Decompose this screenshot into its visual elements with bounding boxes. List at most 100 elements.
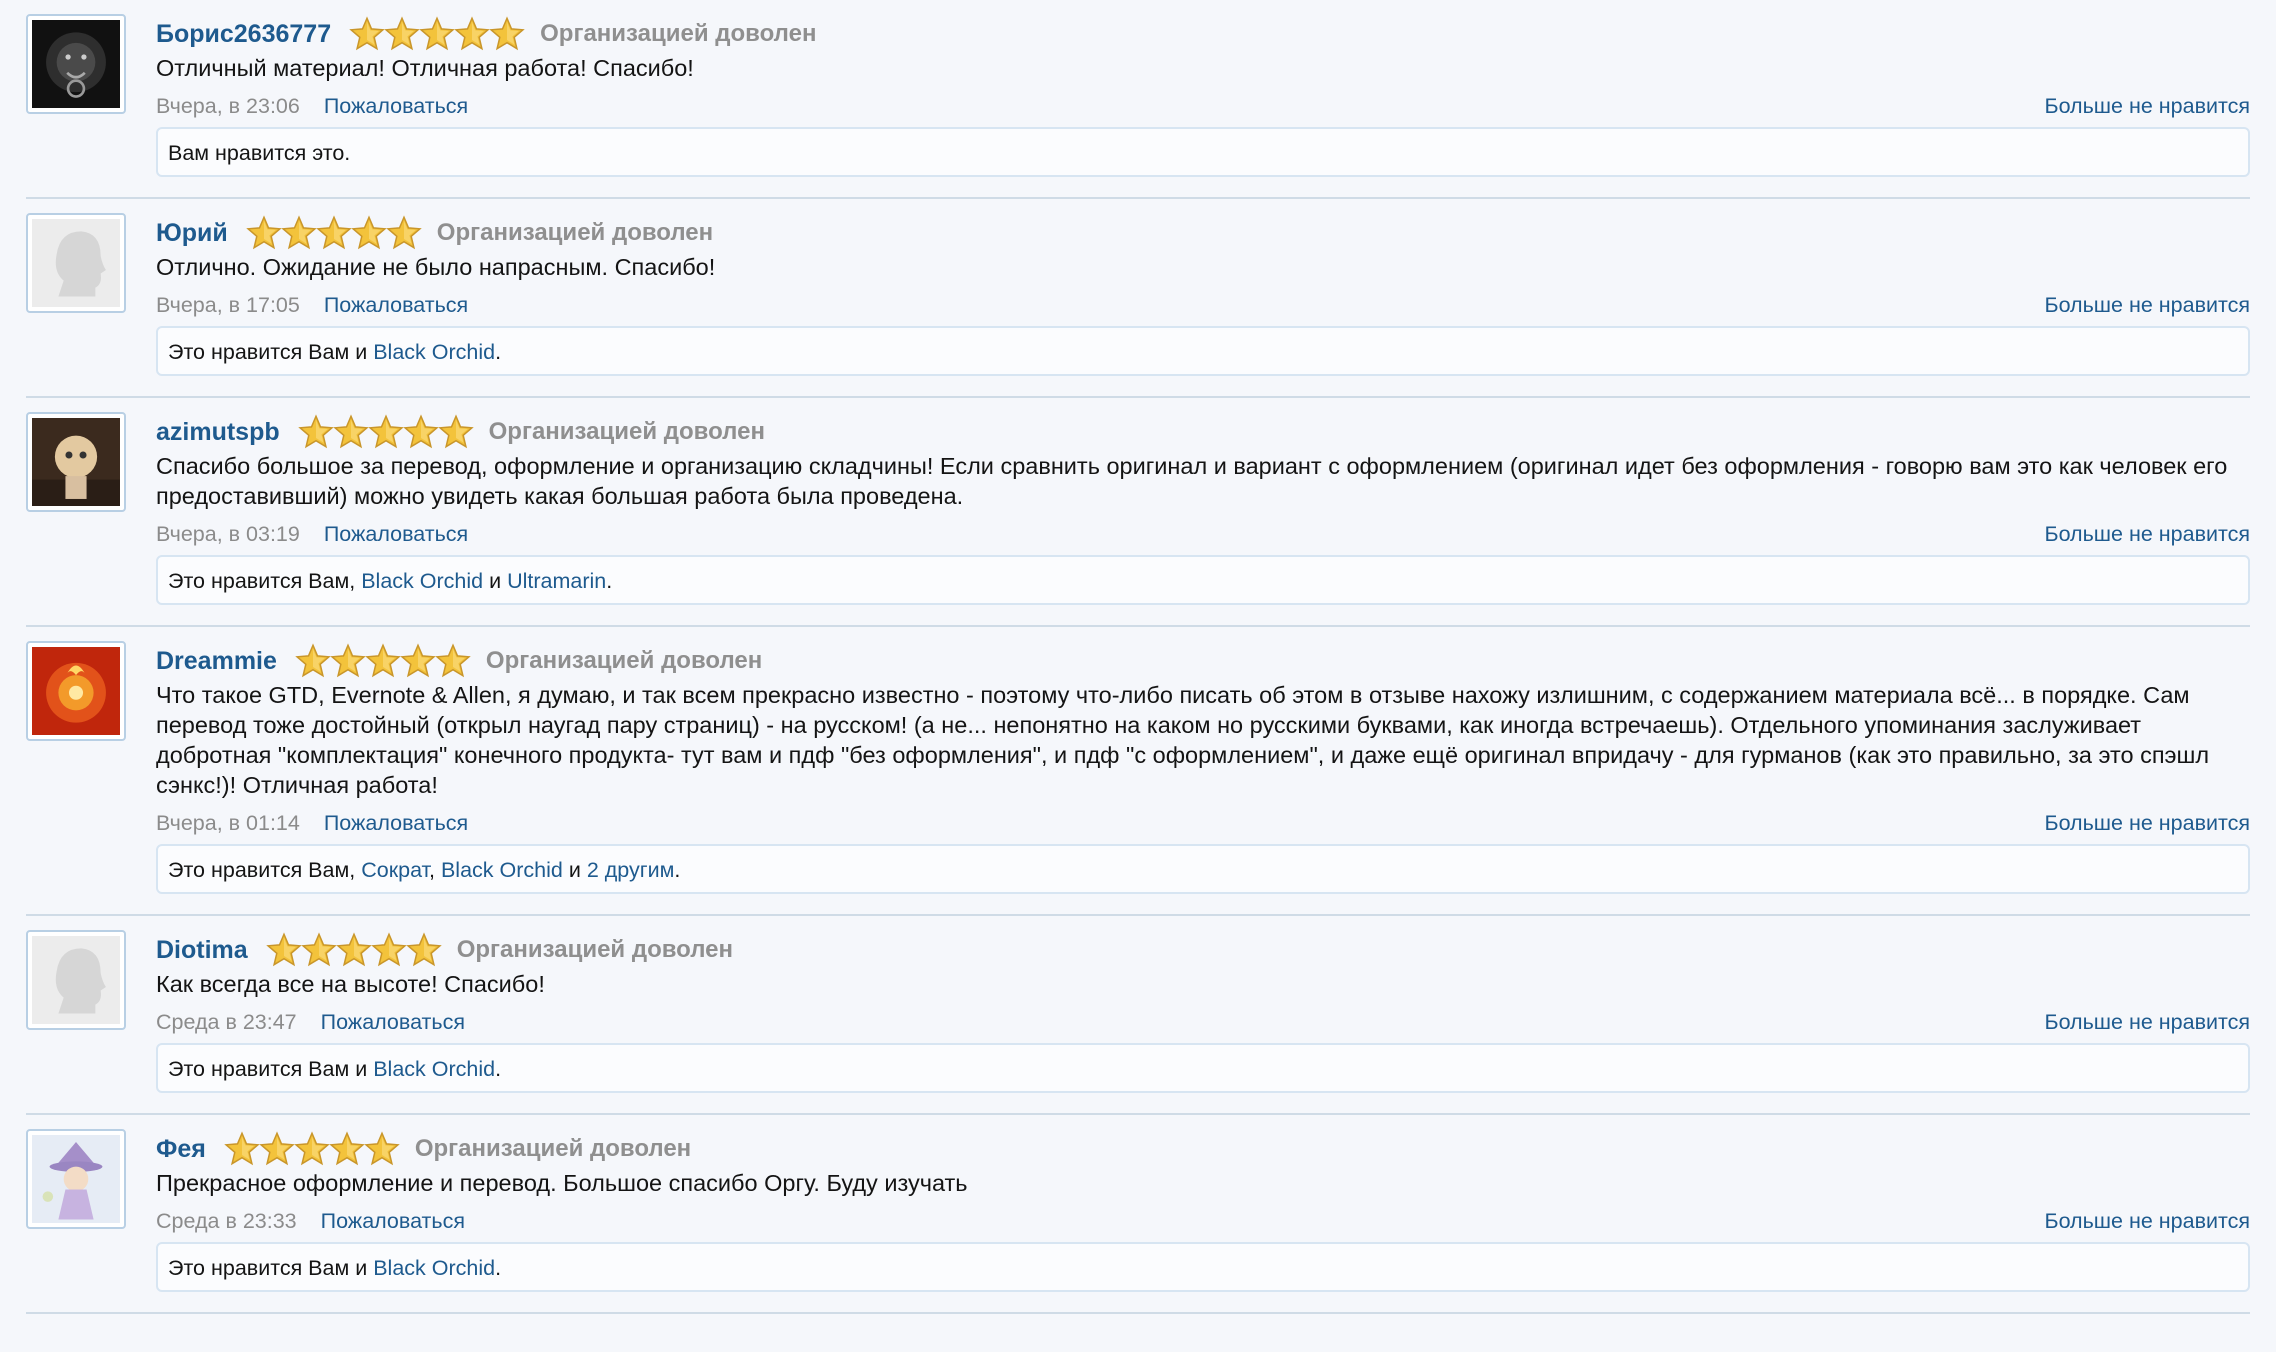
- star-icon: [295, 643, 331, 678]
- star-icon: [300, 932, 337, 967]
- review-date: Вчера, в 01:14: [156, 811, 300, 835]
- liker-link[interactable]: Black Orchid: [373, 340, 495, 364]
- review-header: Борис2636777 Организацией доволен: [156, 16, 2250, 52]
- review-date: Среда в 23:47: [156, 1010, 297, 1034]
- liker-link[interactable]: 2 другим: [587, 858, 675, 882]
- rating-status: Организацией доволен: [485, 647, 763, 674]
- review-item: Dreammie Организацией доволен Что такое …: [26, 627, 2250, 916]
- username-link[interactable]: Dreammie: [156, 647, 277, 676]
- review-meta: Вчера, в 17:05 Пожаловаться Больше не нр…: [156, 290, 2250, 320]
- likes-text: и: [562, 858, 587, 882]
- star-icon: [246, 215, 282, 250]
- unlike-link[interactable]: Больше не нравится: [2044, 519, 2250, 549]
- liker-link[interactable]: Black Orchid: [441, 858, 563, 882]
- username-link[interactable]: Борис2636777: [156, 20, 331, 49]
- star-icon: [332, 414, 369, 449]
- star-icon: [489, 16, 525, 51]
- review-body: Diotima Организацией доволен Как всегда …: [156, 916, 2250, 1093]
- star-icon: [329, 1131, 365, 1166]
- review-header: Diotima Организацией доволен: [156, 932, 2250, 968]
- star-icon: [364, 1131, 400, 1166]
- likes-text: ,: [429, 858, 441, 882]
- star-icon: [370, 932, 407, 967]
- review-meta: Среда в 23:47 Пожаловаться Больше не нра…: [156, 1007, 2250, 1037]
- rating-status: Организацией доволен: [488, 418, 765, 445]
- review-body: Юрий Организацией доволен Отлично. Ожида…: [156, 199, 2250, 376]
- liker-link[interactable]: Ultramarin: [507, 569, 606, 593]
- star-icon: [281, 215, 317, 250]
- likes-summary: Вам нравится это.: [156, 127, 2250, 177]
- star-icon: [365, 643, 401, 678]
- review-text: Отлично. Ожидание не было напрасным. Спа…: [156, 254, 716, 280]
- report-link[interactable]: Пожаловаться: [324, 522, 468, 546]
- review-item: Diotima Организацией доволен Как всегда …: [26, 916, 2250, 1115]
- username-link[interactable]: Юрий: [156, 219, 228, 248]
- report-link[interactable]: Пожаловаться: [321, 1010, 465, 1034]
- review-header: Фея Организацией доволен: [156, 1131, 2250, 1167]
- review-text: Что такое GTD, Evernote & Allen, я думаю…: [156, 682, 2210, 798]
- likes-summary: Это нравится Вам, Black Orchid и Ultrama…: [156, 555, 2250, 605]
- report-link[interactable]: Пожаловаться: [324, 94, 468, 118]
- star-icon: [367, 414, 404, 449]
- star-icon: [435, 643, 471, 678]
- likes-text: .: [495, 340, 502, 364]
- user-avatar[interactable]: [26, 641, 126, 741]
- report-link[interactable]: Пожаловаться: [324, 811, 468, 835]
- star-icon: [349, 16, 385, 51]
- likes-summary: Это нравится Вам, Сократ, Black Orchid и…: [156, 844, 2250, 894]
- review-body: azimutspb Организацией доволен Спасибо б…: [156, 398, 2250, 605]
- review-item: azimutspb Организацией доволен Спасибо б…: [26, 398, 2250, 627]
- rating-stars: [297, 414, 474, 450]
- review-header: azimutspb Организацией доволен: [156, 414, 2250, 450]
- likes-text: .: [495, 1057, 502, 1081]
- liker-link[interactable]: Black Orchid: [373, 1256, 495, 1280]
- review-body: Dreammie Организацией доволен Что такое …: [156, 627, 2250, 894]
- star-icon: [316, 215, 352, 250]
- user-avatar[interactable]: [26, 14, 126, 114]
- review-body: Фея Организацией доволен Прекрасное офор…: [156, 1115, 2250, 1292]
- liker-link[interactable]: Black Orchid: [361, 569, 483, 593]
- username-link[interactable]: Diotima: [156, 936, 248, 965]
- likes-text: .: [606, 569, 613, 593]
- star-icon: [224, 1131, 260, 1166]
- likes-text: Это нравится Вам и: [168, 1057, 374, 1081]
- unlike-link[interactable]: Больше не нравится: [2044, 1007, 2250, 1037]
- review-header: Dreammie Организацией доволен: [156, 643, 2250, 679]
- review-meta: Вчера, в 01:14 Пожаловаться Больше не нр…: [156, 808, 2250, 838]
- liker-link[interactable]: Сократ: [361, 858, 429, 882]
- review-date: Вчера, в 03:19: [156, 522, 300, 546]
- unlike-link[interactable]: Больше не нравится: [2044, 91, 2250, 121]
- likes-text: Это нравится Вам,: [168, 858, 362, 882]
- rating-status: Организацией доволен: [436, 219, 714, 246]
- rating-stars: [224, 1131, 400, 1167]
- user-avatar[interactable]: [26, 930, 126, 1030]
- liker-link[interactable]: Black Orchid: [373, 1057, 495, 1081]
- user-avatar[interactable]: [26, 412, 126, 512]
- star-icon: [297, 414, 334, 449]
- rating-status: Организацией доволен: [456, 936, 734, 963]
- report-link[interactable]: Пожаловаться: [321, 1209, 465, 1233]
- unlike-link[interactable]: Больше не нравится: [2044, 290, 2250, 320]
- likes-text: Вам нравится это.: [168, 141, 351, 165]
- unlike-link[interactable]: Больше не нравится: [2044, 1206, 2250, 1236]
- user-avatar[interactable]: [26, 1129, 126, 1229]
- star-icon: [437, 414, 474, 449]
- likes-text: .: [674, 858, 681, 882]
- likes-summary: Это нравится Вам и Black Orchid.: [156, 1242, 2250, 1292]
- review-date: Вчера, в 17:05: [156, 293, 300, 317]
- username-link[interactable]: azimutspb: [156, 418, 280, 447]
- star-icon: [330, 643, 366, 678]
- likes-text: Это нравится Вам и: [168, 1256, 374, 1280]
- reviews-list: Борис2636777 Организацией доволен Отличн…: [26, 0, 2250, 1314]
- likes-text: Это нравится Вам,: [168, 569, 362, 593]
- username-link[interactable]: Фея: [156, 1135, 206, 1164]
- unlike-link[interactable]: Больше не нравится: [2044, 808, 2250, 838]
- likes-summary: Это нравится Вам и Black Orchid.: [156, 326, 2250, 376]
- review-meta: Вчера, в 03:19 Пожаловаться Больше не нр…: [156, 519, 2250, 549]
- report-link[interactable]: Пожаловаться: [324, 293, 468, 317]
- rating-stars: [265, 932, 442, 968]
- likes-text: Это нравится Вам и: [168, 340, 374, 364]
- star-icon: [351, 215, 387, 250]
- user-avatar[interactable]: [26, 213, 126, 313]
- review-text: Прекрасное оформление и перевод. Большое…: [156, 1170, 968, 1196]
